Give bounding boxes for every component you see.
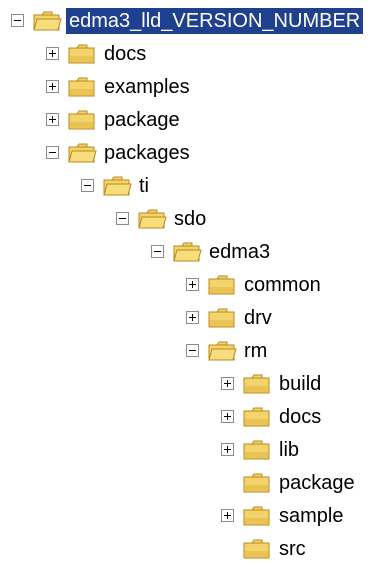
tree-item-label[interactable]: edma3_lld_VERSION_NUMBER (66, 7, 364, 34)
folder-icon (138, 209, 167, 228)
collapse-icon[interactable] (186, 344, 199, 357)
tree-item[interactable]: sdo (116, 202, 209, 235)
folder-icon (33, 11, 62, 30)
tree-item[interactable]: docs (221, 400, 324, 433)
tree-item-label[interactable]: edma3 (206, 239, 273, 265)
tree-item[interactable]: rm (186, 334, 270, 367)
tree-item[interactable]: package (46, 103, 183, 136)
collapse-icon[interactable] (151, 245, 164, 258)
tree-item[interactable]: drv (186, 301, 275, 334)
folder-icon (243, 407, 270, 426)
collapse-icon[interactable] (46, 146, 59, 159)
tree-item[interactable]: common (186, 268, 324, 301)
folder-icon (243, 473, 270, 492)
tree-item[interactable]: edma3_lld_VERSION_NUMBER (11, 4, 364, 37)
expand-icon[interactable] (46, 80, 59, 93)
expand-icon[interactable] (186, 278, 199, 291)
folder-icon (68, 110, 95, 129)
expand-icon[interactable] (221, 443, 234, 456)
expand-icon[interactable] (46, 47, 59, 60)
tree-item-label[interactable]: sdo (171, 206, 209, 232)
expand-icon[interactable] (221, 410, 234, 423)
expand-icon[interactable] (46, 113, 59, 126)
tree-item[interactable]: docs (46, 37, 149, 70)
tree-item[interactable]: lib (221, 433, 302, 466)
tree-item-label[interactable]: drv (241, 305, 275, 331)
tree-item-label[interactable]: examples (101, 74, 193, 100)
toggle-spacer (221, 542, 234, 555)
collapse-icon[interactable] (11, 14, 24, 27)
tree-item-label[interactable]: build (276, 371, 324, 397)
folder-icon (243, 539, 270, 558)
expand-icon[interactable] (221, 509, 234, 522)
expand-icon[interactable] (221, 377, 234, 390)
folder-icon (243, 374, 270, 393)
folder-icon (103, 176, 132, 195)
tree-item[interactable]: package (221, 466, 358, 499)
folder-icon (243, 440, 270, 459)
tree-item[interactable]: src (221, 532, 309, 565)
folder-icon (68, 143, 97, 162)
expand-icon[interactable] (186, 311, 199, 324)
folder-tree: edma3_lld_VERSION_NUMBERdocs examples pack… (0, 0, 386, 567)
tree-item-label[interactable]: src (276, 536, 309, 562)
folder-icon (243, 506, 270, 525)
folder-icon (173, 242, 202, 261)
collapse-icon[interactable] (81, 179, 94, 192)
folder-icon (208, 341, 237, 360)
folder-icon (208, 308, 235, 327)
folder-icon (208, 275, 235, 294)
tree-item[interactable]: ti (81, 169, 152, 202)
tree-item[interactable]: sample (221, 499, 346, 532)
tree-item-label[interactable]: docs (276, 404, 324, 430)
collapse-icon[interactable] (116, 212, 129, 225)
tree-item-label[interactable]: lib (276, 437, 302, 463)
folder-icon (68, 44, 95, 63)
toggle-spacer (221, 476, 234, 489)
tree-item[interactable]: examples (46, 70, 193, 103)
folder-icon (68, 77, 95, 96)
tree-item-label[interactable]: package (276, 470, 358, 496)
tree-item-label[interactable]: rm (241, 338, 270, 364)
tree-item-label[interactable]: packages (101, 140, 193, 166)
tree-item-label[interactable]: ti (136, 173, 152, 199)
tree-item-label[interactable]: docs (101, 41, 149, 67)
tree-item-label[interactable]: package (101, 107, 183, 133)
tree-item-label[interactable]: sample (276, 503, 346, 529)
tree-item[interactable]: edma3 (151, 235, 273, 268)
tree-item[interactable]: packages (46, 136, 193, 169)
tree-item[interactable]: build (221, 367, 324, 400)
tree-item-label[interactable]: common (241, 272, 324, 298)
